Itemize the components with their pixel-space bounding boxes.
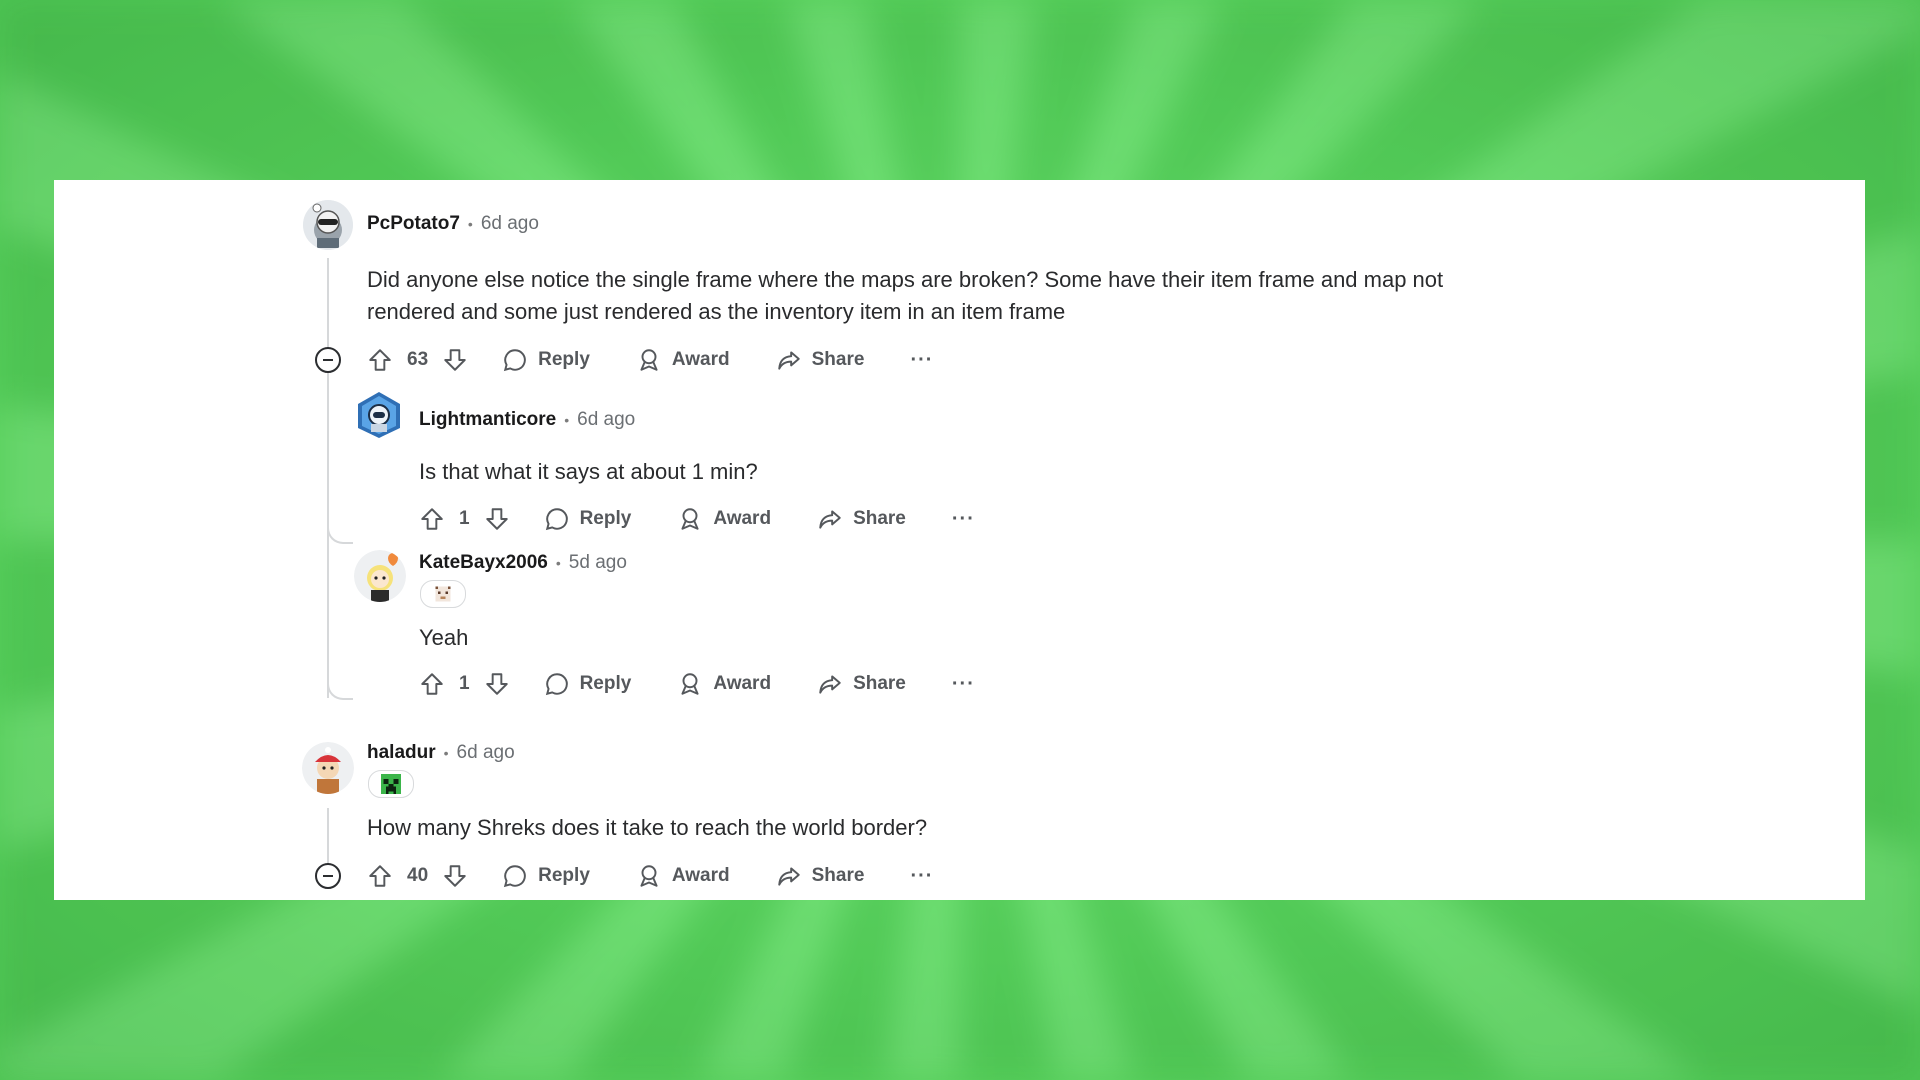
- share-button[interactable]: Share: [776, 347, 865, 373]
- more-options-button[interactable]: ···: [952, 673, 975, 696]
- reply-button[interactable]: Reply: [544, 506, 632, 532]
- reply-label: Reply: [579, 508, 632, 529]
- flair-emoji-icon: [435, 586, 451, 602]
- share-button[interactable]: Share: [776, 863, 865, 889]
- reply-label: Reply: [538, 349, 590, 370]
- vote-count: 40: [407, 865, 429, 886]
- comment-body: Yeah: [419, 625, 469, 650]
- username[interactable]: PcPotato7: [367, 213, 460, 235]
- share-icon: [777, 867, 800, 886]
- comment-actions: 1 Reply Award Share ···: [419, 501, 975, 537]
- comment-body: How many Shreks does it take to reach th…: [367, 815, 928, 840]
- collapse-thread-button[interactable]: [315, 347, 341, 373]
- award-label: Award: [671, 349, 730, 370]
- upvote-icon[interactable]: [419, 506, 445, 532]
- award-icon: [681, 673, 699, 695]
- username[interactable]: Lightmanticore: [419, 409, 556, 431]
- avatar-image: [303, 200, 353, 250]
- award-label: Award: [671, 865, 730, 886]
- downvote-icon[interactable]: [442, 347, 468, 373]
- comment-meta: KateBayx2006 • 5d ago: [419, 552, 627, 574]
- award-button[interactable]: Award: [677, 671, 771, 697]
- award-label: Award: [713, 673, 772, 694]
- timestamp[interactable]: 5d ago: [569, 552, 627, 574]
- reply-icon: [545, 508, 568, 531]
- comment-meta: PcPotato7 • 6d ago: [367, 213, 539, 235]
- vote-group: 63: [367, 347, 468, 373]
- award-button[interactable]: Award: [636, 347, 730, 373]
- reply-icon: [504, 865, 526, 888]
- award-icon: [640, 865, 658, 887]
- avatar-image: [302, 742, 354, 794]
- award-button[interactable]: Award: [636, 863, 730, 889]
- avatar-lightmanticore[interactable]: [354, 390, 404, 440]
- vote-count: 1: [459, 673, 470, 694]
- thread-connector-reply-2: [327, 676, 353, 700]
- avatar-haladur[interactable]: [302, 742, 354, 794]
- reply-button[interactable]: Reply: [544, 671, 632, 697]
- downvote-icon[interactable]: [484, 671, 510, 697]
- comment-body: Did anyone else notice the single frame …: [367, 267, 1444, 324]
- timestamp[interactable]: 6d ago: [457, 742, 515, 764]
- downvote-icon[interactable]: [484, 506, 510, 532]
- vote-count: 63: [407, 349, 429, 370]
- avatar-katebayx2006[interactable]: [354, 550, 406, 602]
- more-options-button[interactable]: ···: [952, 508, 975, 531]
- thread-line-reply-1: [327, 518, 329, 698]
- comment-actions: 63 Reply Award Share ···: [367, 342, 933, 378]
- vote-group: 1: [419, 671, 510, 697]
- more-options-button[interactable]: ···: [910, 349, 933, 372]
- reply-label: Reply: [538, 865, 590, 886]
- separator-dot: •: [443, 745, 449, 761]
- share-label: Share: [811, 865, 865, 886]
- upvote-icon[interactable]: [419, 671, 445, 697]
- share-icon: [777, 351, 800, 370]
- share-label: Share: [853, 508, 906, 529]
- comment-meta: Lightmanticore • 6d ago: [419, 409, 635, 431]
- award-icon: [640, 349, 658, 371]
- reply-icon: [545, 673, 568, 696]
- thread-line-main: [327, 258, 329, 518]
- share-icon: [819, 675, 841, 694]
- share-label: Share: [811, 349, 865, 370]
- avatar-image: [354, 550, 406, 602]
- upvote-icon[interactable]: [367, 863, 393, 889]
- upvote-icon[interactable]: [367, 347, 393, 373]
- reply-icon: [504, 349, 526, 372]
- share-button[interactable]: Share: [817, 506, 906, 532]
- timestamp[interactable]: 6d ago: [481, 213, 539, 235]
- user-flair-badge: [368, 770, 414, 798]
- share-icon: [819, 510, 841, 529]
- vote-group: 1: [419, 506, 510, 532]
- creeper-flair-icon: [381, 774, 401, 794]
- share-button[interactable]: Share: [817, 671, 906, 697]
- username[interactable]: haladur: [367, 742, 436, 764]
- award-icon: [681, 508, 699, 530]
- reply-button[interactable]: Reply: [502, 347, 590, 373]
- separator-dot: •: [467, 216, 473, 232]
- user-flair-badge: [420, 580, 466, 608]
- reply-label: Reply: [579, 673, 632, 694]
- username[interactable]: KateBayx2006: [419, 552, 548, 574]
- reply-button[interactable]: Reply: [502, 863, 590, 889]
- separator-dot: •: [555, 555, 561, 571]
- separator-dot: •: [564, 412, 570, 428]
- vote-count: 1: [459, 508, 470, 529]
- avatar-pcpotato7[interactable]: [303, 200, 353, 250]
- downvote-icon[interactable]: [442, 863, 468, 889]
- award-button[interactable]: Award: [677, 506, 771, 532]
- timestamp[interactable]: 6d ago: [577, 409, 635, 431]
- comment-meta: haladur • 6d ago: [367, 742, 515, 764]
- share-label: Share: [853, 673, 906, 694]
- collapse-thread-button[interactable]: [315, 863, 341, 889]
- thread-connector-reply-1: [327, 518, 353, 544]
- avatar-image: [358, 392, 400, 438]
- more-options-button[interactable]: ···: [910, 865, 933, 888]
- comment-actions: 40 Reply Award Share ···: [367, 858, 933, 894]
- award-label: Award: [713, 508, 772, 529]
- comment-actions: 1 Reply Award Share ···: [419, 666, 975, 702]
- comment-body: Is that what it says at about 1 min?: [419, 459, 758, 484]
- comments-card: PcPotato7 • 6d ago Did anyone else notic…: [54, 180, 1865, 900]
- vote-group: 40: [367, 863, 468, 889]
